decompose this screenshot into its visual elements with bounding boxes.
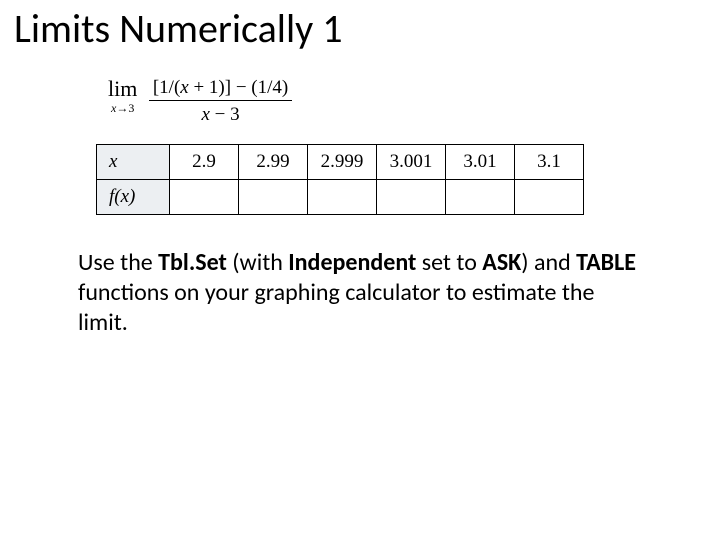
table-row: x 2.9 2.99 2.999 3.001 3.01 3.1 — [97, 145, 584, 180]
table-cell: 2.999 — [308, 145, 377, 180]
instr-bold-ask: ASK — [482, 248, 521, 277]
limit-fraction: [1/(x + 1)] − (1/4) x − 3 — [149, 78, 292, 124]
table-cell: 3.001 — [377, 145, 446, 180]
instr-bold-table: TABLE — [576, 248, 636, 277]
instr-seg: functions on your graphing calculator to… — [78, 278, 594, 337]
page-title: Limits Numerically 1 — [14, 4, 343, 53]
limit-approach: x→3 — [108, 102, 137, 114]
table-cell — [308, 180, 377, 215]
table-cell: 2.99 — [239, 145, 308, 180]
instr-bold-independent: Independent — [288, 248, 416, 277]
table-cell — [446, 180, 515, 215]
slide: Limits Numerically 1 lim x→3 [1/(x + 1)]… — [0, 0, 720, 540]
table-cell — [377, 180, 446, 215]
table-cell — [239, 180, 308, 215]
values-table: x 2.9 2.99 2.999 3.001 3.01 3.1 f(x) — [96, 144, 584, 215]
row-header-fx: f(x) — [97, 180, 170, 215]
instr-bold-tblset: Tbl.Set — [158, 248, 227, 277]
instr-seg: Use the — [78, 248, 158, 277]
instruction-text: Use the Tbl.Set (with Independent set to… — [78, 248, 638, 338]
limit-operator: lim x→3 — [108, 78, 137, 114]
limit-denominator: x − 3 — [149, 101, 292, 124]
table-cell — [515, 180, 584, 215]
limit-lim: lim — [108, 78, 137, 100]
row-header-x: x — [97, 145, 170, 180]
table-cell: 3.1 — [515, 145, 584, 180]
table-cell: 2.9 — [170, 145, 239, 180]
limit-numerator: [1/(x + 1)] − (1/4) — [149, 78, 292, 101]
instr-seg: (with — [227, 248, 288, 277]
instr-seg: ) and — [521, 248, 576, 277]
table-row: f(x) — [97, 180, 584, 215]
table-cell — [170, 180, 239, 215]
limit-expression: lim x→3 [1/(x + 1)] − (1/4) x − 3 — [108, 78, 292, 124]
table-cell: 3.01 — [446, 145, 515, 180]
instr-seg: set to — [416, 248, 482, 277]
